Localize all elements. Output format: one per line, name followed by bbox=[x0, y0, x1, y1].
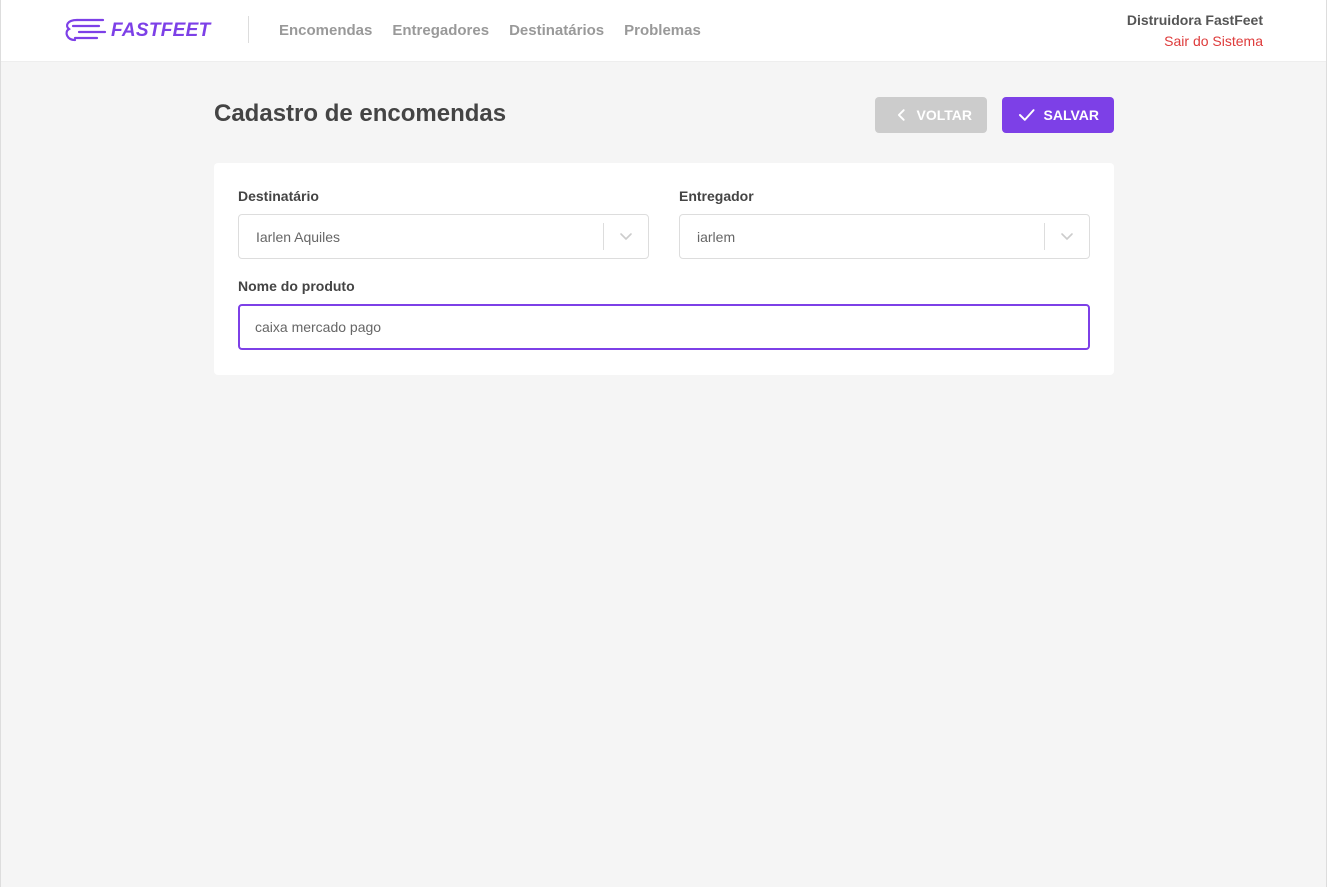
brand-name: FASTFEET bbox=[111, 20, 211, 41]
deliveryman-label: Entregador bbox=[679, 188, 754, 204]
fastfeet-logo[interactable]: FASTFEET bbox=[63, 14, 211, 48]
page-header: Cadastro de encomendas VOLTAR SALVAR bbox=[214, 97, 1114, 133]
recipient-select-value: Iarlen Aquiles bbox=[256, 228, 341, 245]
product-label: Nome do produto bbox=[238, 278, 355, 294]
chevron-down-icon[interactable] bbox=[1045, 232, 1089, 242]
page-title: Cadastro de encomendas bbox=[214, 100, 507, 127]
deliveryman-select[interactable]: iarlem bbox=[679, 214, 1090, 259]
check-icon bbox=[1018, 109, 1035, 121]
profile-area: Distruidora FastFeet Sair do Sistema bbox=[1127, 12, 1263, 49]
deliveryman-select-value: iarlem bbox=[697, 228, 736, 245]
recipient-label: Destinatário bbox=[238, 188, 319, 204]
nav-item-destinatarios[interactable]: Destinatários bbox=[509, 22, 604, 39]
chevron-left-icon bbox=[897, 109, 905, 121]
deliveryman-field: Entregador iarlem bbox=[679, 188, 1090, 259]
recipient-field: Destinatário Iarlen Aquiles bbox=[238, 188, 649, 259]
header-divider bbox=[248, 16, 249, 43]
page-actions: VOLTAR SALVAR bbox=[875, 97, 1114, 133]
main-content: Cadastro de encomendas VOLTAR SALVAR Des… bbox=[214, 97, 1114, 375]
recipient-select[interactable]: Iarlen Aquiles bbox=[238, 214, 649, 259]
top-navbar: FASTFEET Encomendas Entregadores Destina… bbox=[1, 0, 1326, 62]
back-button-label: VOLTAR bbox=[916, 107, 972, 123]
order-form-card: Destinatário Iarlen Aquiles Entregador i… bbox=[214, 163, 1114, 375]
nav-item-problemas[interactable]: Problemas bbox=[624, 22, 701, 39]
product-field: Nome do produto bbox=[238, 278, 1090, 350]
save-button-label: SALVAR bbox=[1043, 107, 1099, 123]
logout-link[interactable]: Sair do Sistema bbox=[1127, 33, 1263, 49]
product-name-input[interactable] bbox=[238, 304, 1090, 350]
save-button[interactable]: SALVAR bbox=[1002, 97, 1114, 133]
nav-item-encomendas[interactable]: Encomendas bbox=[279, 22, 372, 39]
main-nav: Encomendas Entregadores Destinatários Pr… bbox=[279, 0, 701, 60]
nav-item-entregadores[interactable]: Entregadores bbox=[392, 22, 489, 39]
chevron-down-icon[interactable] bbox=[604, 232, 648, 242]
back-button[interactable]: VOLTAR bbox=[875, 97, 987, 133]
form-row: Destinatário Iarlen Aquiles Entregador i… bbox=[238, 188, 1090, 259]
profile-name: Distruidora FastFeet bbox=[1126, 12, 1263, 28]
truck-speed-icon bbox=[65, 18, 107, 42]
